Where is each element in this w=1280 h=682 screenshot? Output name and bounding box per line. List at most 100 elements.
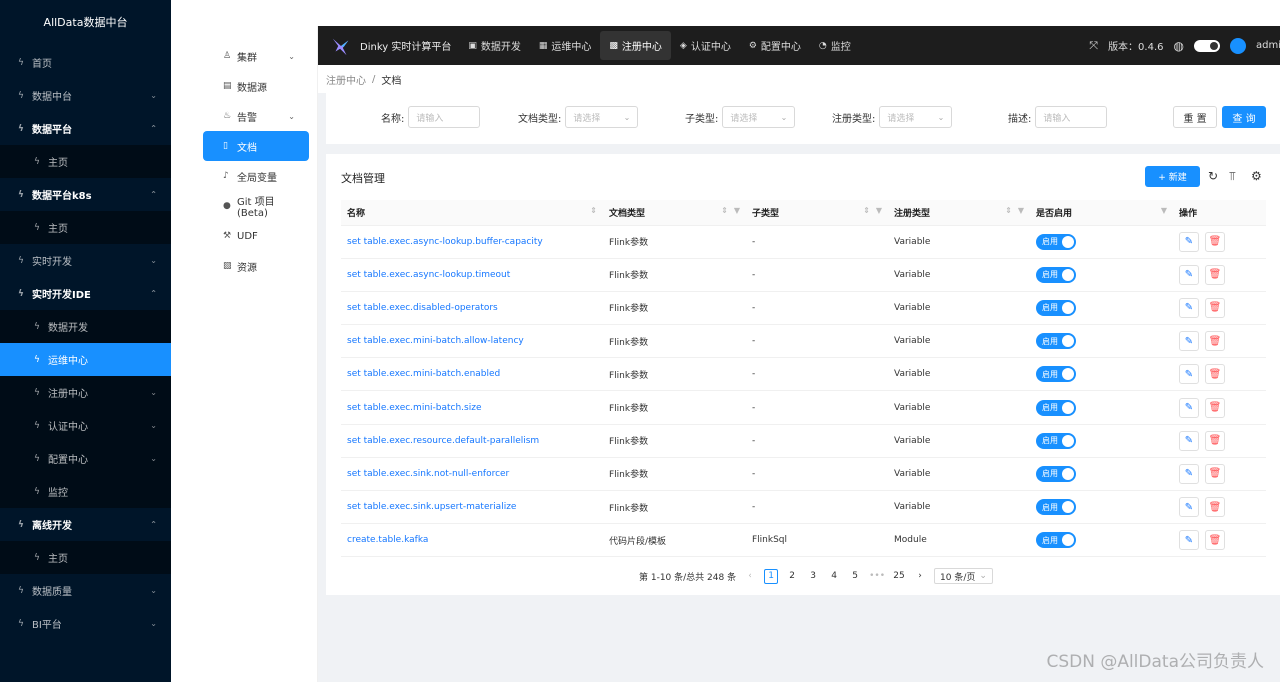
document-name-link[interactable]: set table.exec.resource.default-parallel… <box>341 424 603 458</box>
query-button[interactable]: 查 询 <box>1222 106 1266 128</box>
sidebar-item-11[interactable]: ϟ 认证中心 ⌄ <box>0 409 171 442</box>
delete-trash-icon[interactable]: 🗑 <box>1205 397 1225 418</box>
edit-icon[interactable]: ✎ <box>1179 530 1199 551</box>
page-number[interactable]: 3 <box>806 569 820 584</box>
column-header-enabled[interactable]: 是否启用 ▼ <box>1030 200 1173 226</box>
sidebar-item-2[interactable]: ϟ 数据平台 ⌃ <box>0 112 171 145</box>
delete-trash-icon[interactable]: 🗑 <box>1205 264 1225 285</box>
enabled-switch[interactable]: 启用 <box>1036 266 1076 283</box>
enabled-switch[interactable]: 启用 <box>1036 299 1076 316</box>
delete-trash-icon[interactable]: 🗑 <box>1205 497 1225 518</box>
sidebar-item-1[interactable]: ϟ 数据中台 ⌄ <box>0 79 171 112</box>
nav-tab-2[interactable]: ▩ 注册中心 <box>600 31 671 60</box>
sidebar-item-15[interactable]: ϟ 主页 <box>0 541 171 574</box>
submenu-item-4[interactable]: ♪ 全局变量 <box>203 161 309 191</box>
filter-desc-input[interactable]: 请输入 <box>1035 106 1108 128</box>
density-icon[interactable]: ⫪ <box>1229 169 1236 184</box>
delete-trash-icon[interactable]: 🗑 <box>1205 364 1225 385</box>
page-number[interactable]: 2 <box>785 569 799 584</box>
enabled-switch[interactable]: 启用 <box>1036 499 1076 516</box>
sidebar-item-9[interactable]: ϟ 运维中心 <box>0 343 171 376</box>
nav-tab-3[interactable]: ◈ 认证中心 <box>671 31 740 60</box>
column-header-regtype[interactable]: 注册类型 ⇕ ▼ <box>888 200 1030 226</box>
submenu-item-6[interactable]: ⚒ UDF <box>203 221 309 251</box>
sidebar-item-10[interactable]: ϟ 注册中心 ⌄ <box>0 376 171 409</box>
document-name-link[interactable]: set table.exec.mini-batch.size <box>341 390 603 425</box>
page-number[interactable]: 25 <box>892 569 906 584</box>
edit-icon[interactable]: ✎ <box>1179 463 1199 484</box>
avatar[interactable] <box>1230 37 1246 54</box>
edit-icon[interactable]: ✎ <box>1179 297 1199 318</box>
sidebar-item-0[interactable]: ϟ 首页 <box>0 46 171 79</box>
document-name-link[interactable]: set table.exec.sink.upsert-materialize <box>341 490 603 525</box>
sidebar-item-3[interactable]: ϟ 主页 <box>0 145 171 178</box>
page-size-select[interactable]: 10 条/页 ⌄ <box>934 568 993 584</box>
next-page-icon[interactable]: › <box>913 569 927 584</box>
column-header-subtype[interactable]: 子类型 ⇕ ▼ <box>746 200 888 226</box>
document-name-link[interactable]: set table.exec.mini-batch.allow-latency <box>341 324 603 359</box>
submenu-item-0[interactable]: ♙ 集群 ⌄ <box>203 41 309 71</box>
enabled-switch[interactable]: 启用 <box>1036 465 1076 482</box>
edit-icon[interactable]: ✎ <box>1179 264 1199 285</box>
delete-trash-icon[interactable]: 🗑 <box>1205 331 1225 352</box>
filter-funnel-icon[interactable]: ▼ <box>876 206 882 215</box>
enabled-switch[interactable]: 启用 <box>1036 532 1076 549</box>
fullscreen-icon[interactable]: ⤧ <box>1089 39 1098 53</box>
document-name-link[interactable]: set table.exec.sink.not-null-enforcer <box>341 457 603 492</box>
language-globe-icon[interactable]: ◍ <box>1174 39 1184 53</box>
new-document-button[interactable]: + 新建 <box>1145 166 1200 187</box>
document-name-link[interactable]: set table.exec.disabled-operators <box>341 291 603 326</box>
edit-icon[interactable]: ✎ <box>1179 430 1199 451</box>
document-name-link[interactable]: set table.exec.async-lookup.buffer-capac… <box>341 225 603 259</box>
enabled-switch[interactable]: 启用 <box>1036 233 1076 250</box>
nav-tab-5[interactable]: ◔ 监控 <box>810 31 860 60</box>
submenu-item-7[interactable]: ▧ 资源 <box>203 251 309 281</box>
nav-tab-1[interactable]: ▦ 运维中心 <box>530 31 601 60</box>
sort-icon[interactable]: ⇕ <box>863 206 870 215</box>
edit-icon[interactable]: ✎ <box>1179 231 1199 252</box>
document-name-link[interactable]: set table.exec.mini-batch.enabled <box>341 357 603 392</box>
delete-trash-icon[interactable]: 🗑 <box>1205 430 1225 451</box>
sort-icon[interactable]: ⇕ <box>1005 206 1012 215</box>
document-name-link[interactable]: create.table.kafka <box>341 523 603 558</box>
sidebar-item-7[interactable]: ϟ 实时开发IDE ⌃ <box>0 277 171 310</box>
sidebar-item-13[interactable]: ϟ 监控 <box>0 475 171 508</box>
filter-funnel-icon[interactable]: ▼ <box>1018 206 1024 215</box>
settings-gear-icon[interactable]: ⚙ <box>1251 169 1262 183</box>
sidebar-item-17[interactable]: ϟ BI平台 ⌄ <box>0 607 171 640</box>
reset-button[interactable]: 重 置 <box>1173 106 1217 128</box>
sidebar-item-16[interactable]: ϟ 数据质量 ⌄ <box>0 574 171 607</box>
delete-trash-icon[interactable]: 🗑 <box>1205 463 1225 484</box>
theme-toggle[interactable] <box>1194 39 1220 52</box>
sidebar-item-6[interactable]: ϟ 实时开发 ⌄ <box>0 244 171 277</box>
submenu-item-3[interactable]: ▯ 文档 <box>203 131 309 161</box>
edit-icon[interactable]: ✎ <box>1179 397 1199 418</box>
nav-tab-0[interactable]: ▣ 数据开发 <box>459 31 530 60</box>
sidebar-item-14[interactable]: ϟ 离线开发 ⌃ <box>0 508 171 541</box>
sidebar-item-8[interactable]: ϟ 数据开发 <box>0 310 171 343</box>
submenu-item-1[interactable]: ▤ 数据源 <box>203 71 309 101</box>
filter-funnel-icon[interactable]: ▼ <box>734 206 740 215</box>
delete-trash-icon[interactable]: 🗑 <box>1205 231 1225 252</box>
sidebar-item-5[interactable]: ϟ 主页 <box>0 211 171 244</box>
delete-trash-icon[interactable]: 🗑 <box>1205 297 1225 318</box>
sort-icon[interactable]: ⇕ <box>590 206 597 215</box>
reload-icon[interactable]: ↻ <box>1208 169 1218 183</box>
sidebar-item-12[interactable]: ϟ 配置中心 ⌄ <box>0 442 171 475</box>
delete-trash-icon[interactable]: 🗑 <box>1205 530 1225 551</box>
filter-name-input[interactable]: 请输入 <box>408 106 481 128</box>
filter-subtype-select[interactable]: 请选择 ⌄ <box>722 106 796 128</box>
page-ellipsis[interactable]: ••• <box>869 569 885 584</box>
edit-icon[interactable]: ✎ <box>1179 364 1199 385</box>
submenu-item-2[interactable]: ♨ 告警 ⌄ <box>203 101 309 131</box>
sidebar-item-4[interactable]: ϟ 数据平台k8s ⌃ <box>0 178 171 211</box>
submenu-item-5[interactable]: ● Git 项目(Beta) <box>203 191 309 221</box>
sort-icon[interactable]: ⇕ <box>721 206 728 215</box>
prev-page-icon[interactable]: ‹ <box>743 569 757 584</box>
enabled-switch[interactable]: 启用 <box>1036 366 1076 383</box>
page-number[interactable]: 1 <box>764 568 779 584</box>
document-name-link[interactable]: set table.exec.async-lookup.timeout <box>341 258 603 292</box>
enabled-switch[interactable]: 启用 <box>1036 399 1076 416</box>
page-number[interactable]: 5 <box>848 569 862 584</box>
edit-icon[interactable]: ✎ <box>1179 497 1199 518</box>
